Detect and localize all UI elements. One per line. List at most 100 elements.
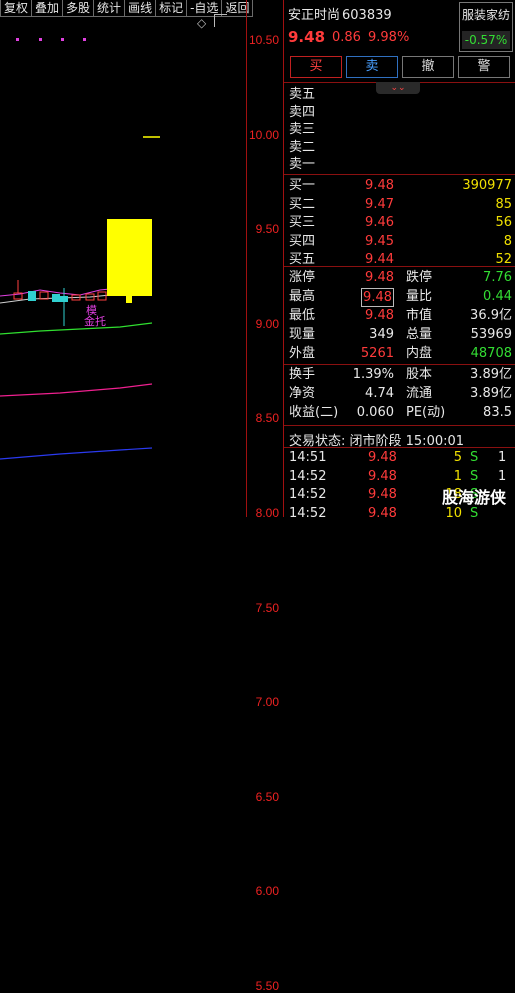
kline-svg: 模 金托 (0, 38, 160, 460)
ma-line-green (0, 322, 153, 335)
fundamental-value: 1.39% (352, 367, 394, 382)
fundamental-row: 净资 4.74 流通 3.89亿 (284, 385, 515, 402)
axis-tick-label: 8.50 (255, 411, 279, 426)
tick-time: 14:52 (289, 505, 327, 521)
stock-title: 安正时尚 603839 (288, 4, 392, 23)
sector-pct: -0.57% (462, 31, 510, 49)
sell-button[interactable]: 卖 (346, 56, 398, 78)
buy-button[interactable]: 买 (290, 56, 342, 78)
ask-label: 卖二 (289, 139, 316, 155)
quote-row: 最低 9.48 市值 36.9亿 (284, 307, 515, 324)
tick-time: 14:51 (289, 450, 327, 465)
toolbar-button[interactable]: 复权 (0, 0, 33, 17)
quote-value: 349 (369, 327, 394, 342)
axis-tick-label: 8.00 (255, 506, 279, 520)
alert-button[interactable]: 警 (458, 56, 510, 78)
cancel-button[interactable]: 撤 (402, 56, 454, 78)
divider (284, 447, 515, 448)
stock-name: 安正时尚 (288, 8, 341, 23)
quote-label: 跌停 (406, 270, 433, 285)
fundamental-value: 4.74 (365, 386, 394, 401)
fundamental-label: 换手 (289, 367, 316, 382)
ask-row: 卖四 (284, 104, 515, 121)
bid-price: 9.45 (365, 233, 394, 249)
quote-value: 7.76 (483, 270, 512, 285)
divider (284, 364, 515, 365)
quote-label: 内盘 (406, 346, 433, 361)
toolbar-button[interactable]: 统计 (93, 0, 126, 17)
quote-value: 9.48 (365, 270, 394, 285)
ask-row: 卖五 (284, 86, 515, 103)
toolbar-toggle-icon[interactable] (214, 14, 227, 27)
watermark: 股海游侠 (442, 488, 507, 507)
fundamental-value: 3.89亿 (470, 386, 512, 401)
bid-row: 买三 9.46 56 (284, 214, 515, 231)
quote-row: 最高 9.48 量比 0.44 (284, 288, 515, 307)
quote-value: 53969 (470, 327, 512, 342)
axis-tick-label: 7.50 (255, 600, 279, 615)
tick-price: 9.48 (368, 505, 397, 521)
tick-time: 14:52 (289, 468, 327, 484)
candle (126, 295, 132, 303)
fundamental-row: 换手 1.39% 股本 3.89亿 (284, 366, 515, 383)
axis-tick-label: 7.00 (255, 695, 279, 710)
tick-count: 1 (498, 450, 507, 465)
ask-label: 卖四 (289, 104, 316, 120)
limit-up-candle (107, 219, 152, 296)
bid-row: 买一 9.48 390977 (284, 177, 515, 194)
quote-label: 涨停 (289, 270, 316, 285)
tick-time: 14:52 (289, 487, 327, 502)
ma-line-blue (0, 447, 153, 460)
quote-label: 外盘 (289, 346, 316, 361)
price-axis: 10.50 10.00 9.50 9.00 8.50 8.00 7.50 7.00 6.50 6.… (246, 0, 283, 993)
bid-label: 买四 (289, 233, 316, 249)
bid-price: 9.47 (365, 196, 394, 212)
tick-price: 9.48 (368, 468, 397, 484)
last-price: 9.48 (288, 28, 326, 46)
trade-tick-row: 14:51 9.48 5 S 1 (284, 449, 515, 466)
ask-row: 卖三 (284, 121, 515, 138)
ask-row: 卖二 (284, 139, 515, 156)
tick-price: 9.48 (368, 487, 397, 502)
ma-line-pink (0, 383, 153, 397)
fundamental-label: 流通 (406, 386, 433, 401)
bid-volume: 85 (495, 196, 512, 212)
sector-box[interactable]: 服装家纺 -0.57% (459, 2, 513, 52)
bid-price: 9.48 (365, 178, 394, 193)
sector-name: 服装家纺 (461, 8, 510, 22)
axis-tick-label: 9.50 (255, 222, 279, 237)
axis-tick-label: 10.00 (248, 127, 279, 142)
fundamental-label: 收益(二) (289, 405, 339, 420)
quote-value: 36.9亿 (470, 308, 512, 323)
signal-dot (39, 38, 42, 41)
candle (52, 294, 60, 302)
bid-row: 买二 9.47 85 (284, 196, 515, 213)
divider (284, 174, 515, 175)
kline-chart[interactable]: 模 金托 ◇ (0, 14, 246, 517)
fundamental-row: 收益(二) 0.060 PE(动) 83.5 (284, 404, 515, 421)
price-change: 0.86 (332, 30, 361, 45)
bid-volume: 56 (495, 215, 512, 230)
tick-price: 9.48 (368, 450, 397, 465)
price-change-pct: 9.98% (368, 30, 410, 45)
bid-row: 买四 9.45 8 (284, 233, 515, 250)
axis-tick-label: 6.00 (255, 884, 279, 899)
stock-code: 603839 (342, 8, 392, 23)
toolbar-button[interactable]: 标记 (155, 0, 188, 17)
fundamental-label: 净资 (289, 386, 316, 401)
toolbar-button[interactable]: 多股 (62, 0, 95, 17)
quote-label: 总量 (406, 327, 433, 342)
divider (284, 266, 515, 267)
chart-toolbar: 复权 叠加 多股 统计 画线 标记 -自选 返回 (0, 0, 282, 18)
axis-tick-label: 10.50 (248, 33, 279, 47)
quote-label: 最低 (289, 308, 316, 323)
axis-tick-label: 9.00 (255, 316, 279, 331)
bid-label: 买一 (289, 178, 316, 193)
axis-tick-label: 6.50 (255, 789, 279, 804)
toolbar-button[interactable]: 画线 (124, 0, 157, 17)
trade-tick-row: 14:52 9.48 1 S 1 (284, 468, 515, 485)
tick-volume: 5 (453, 450, 462, 465)
diamond-icon[interactable]: ◇ (197, 16, 206, 30)
toolbar-button[interactable]: 叠加 (31, 0, 64, 17)
signal-dot (83, 38, 86, 41)
